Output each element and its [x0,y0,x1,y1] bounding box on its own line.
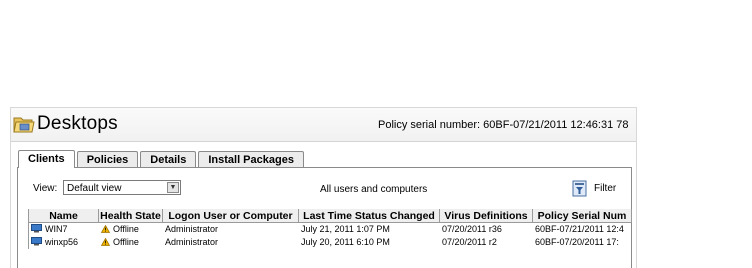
cell-last-changed: July 20, 2011 6:10 PM [301,237,390,247]
cell-name: WIN7 [29,223,99,236]
page-title: Desktops [37,113,118,134]
table-row[interactable]: WIN7 Offline Administrator July 21, 2011… [29,223,632,236]
table-row[interactable]: winxp56 Offline Administrator July 20, 2… [29,236,632,249]
tab-bar: Clients Policies Details Install Package… [18,150,306,168]
cell-health-text: Offline [113,237,139,247]
scope-text: All users and computers [320,184,428,195]
column-header-logon-user[interactable]: Logon User or Computer [163,209,299,223]
view-select-value: Default view [67,183,122,194]
computer-icon [31,224,42,233]
cell-virus-definitions: 07/20/2011 r36 [442,224,502,234]
tab-policies[interactable]: Policies [76,151,139,168]
cell-name-text: WIN7 [45,224,68,234]
desktops-panel: Desktops Policy serial number: 60BF-07/2… [10,107,637,268]
cell-logon: Administrator [165,224,219,234]
table-header: Name Health State Logon User or Computer… [29,209,632,223]
cell-health-text: Offline [113,224,139,234]
clients-table: Name Health State Logon User or Computer… [28,209,632,249]
cell-policy-serial: 60BF-07/21/2011 12:4 [535,224,624,234]
column-header-name[interactable]: Name [29,209,99,223]
column-header-last-status-changed[interactable]: Last Time Status Changed [299,209,440,223]
tab-clients[interactable]: Clients [18,150,75,168]
cell-virus-definitions: 07/20/2011 r2 [442,237,497,247]
filter-label: Filter [594,182,617,194]
cell-name: winxp56 [29,236,99,249]
warning-icon [101,225,110,233]
chevron-down-icon[interactable]: ▼ [167,182,179,193]
cell-last-changed: July 21, 2011 1:07 PM [301,224,390,234]
column-header-virus-definitions[interactable]: Virus Definitions [440,209,533,223]
view-label: View: [33,183,58,194]
panel-header: Desktops Policy serial number: 60BF-07/2… [11,108,636,142]
filter-button[interactable]: Filter [572,179,616,197]
filter-icon [572,180,587,196]
cell-logon: Administrator [165,237,219,247]
folder-icon [13,117,35,133]
cell-health: Offline [99,223,163,236]
cell-name-text: winxp56 [45,237,79,247]
view-select[interactable]: Default view ▼ [63,180,181,195]
tab-details[interactable]: Details [140,151,197,168]
column-header-policy-serial[interactable]: Policy Serial Num [533,209,632,223]
computer-icon [31,237,42,246]
tab-install-packages[interactable]: Install Packages [198,151,304,168]
policy-serial-label: Policy serial number: 60BF-07/21/2011 12… [378,119,629,131]
cell-health: Offline [99,236,163,249]
clients-tab-panel: View: Default view ▼ All users and compu… [17,167,632,268]
cell-policy-serial: 60BF-07/20/2011 17: [535,237,619,247]
column-header-health-state[interactable]: Health State [99,209,163,223]
warning-icon [101,238,110,246]
